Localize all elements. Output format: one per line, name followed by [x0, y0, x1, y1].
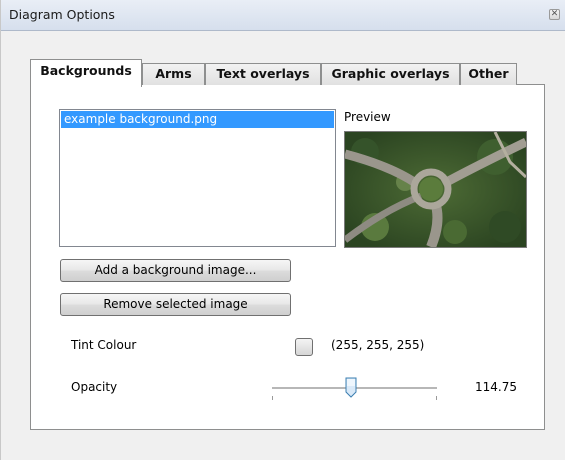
opacity-slider-thumb[interactable] — [345, 377, 357, 398]
preview-label: Preview — [344, 110, 391, 124]
tab-graphic-overlays[interactable]: Graphic overlays — [321, 63, 460, 85]
tint-colour-swatch-button[interactable] — [295, 338, 313, 356]
tint-colour-value: (255, 255, 255) — [331, 338, 425, 352]
slider-tick — [436, 396, 437, 400]
aerial-roundabout-image — [345, 132, 526, 247]
opacity-value: 114.75 — [475, 380, 517, 394]
tab-other[interactable]: Other — [460, 63, 517, 85]
add-background-image-button[interactable]: Add a background image... — [60, 259, 291, 282]
dialog-window: Diagram Options ✕ Backgrounds Arms Text … — [0, 0, 565, 460]
window-title: Diagram Options — [9, 7, 115, 22]
tab-text-overlays[interactable]: Text overlays — [205, 63, 321, 85]
opacity-label: Opacity — [71, 380, 118, 394]
close-icon[interactable]: ✕ — [549, 9, 560, 20]
slider-tick — [272, 396, 273, 400]
background-image-list[interactable]: example background.png — [59, 109, 336, 247]
preview-image — [344, 131, 527, 248]
remove-selected-image-button[interactable]: Remove selected image — [60, 293, 291, 316]
tint-colour-label: Tint Colour — [71, 338, 137, 352]
title-bar[interactable]: Diagram Options ✕ — [1, 0, 565, 31]
tab-arms[interactable]: Arms — [142, 63, 205, 85]
list-item[interactable]: example background.png — [61, 111, 334, 128]
tab-backgrounds[interactable]: Backgrounds — [30, 59, 142, 87]
